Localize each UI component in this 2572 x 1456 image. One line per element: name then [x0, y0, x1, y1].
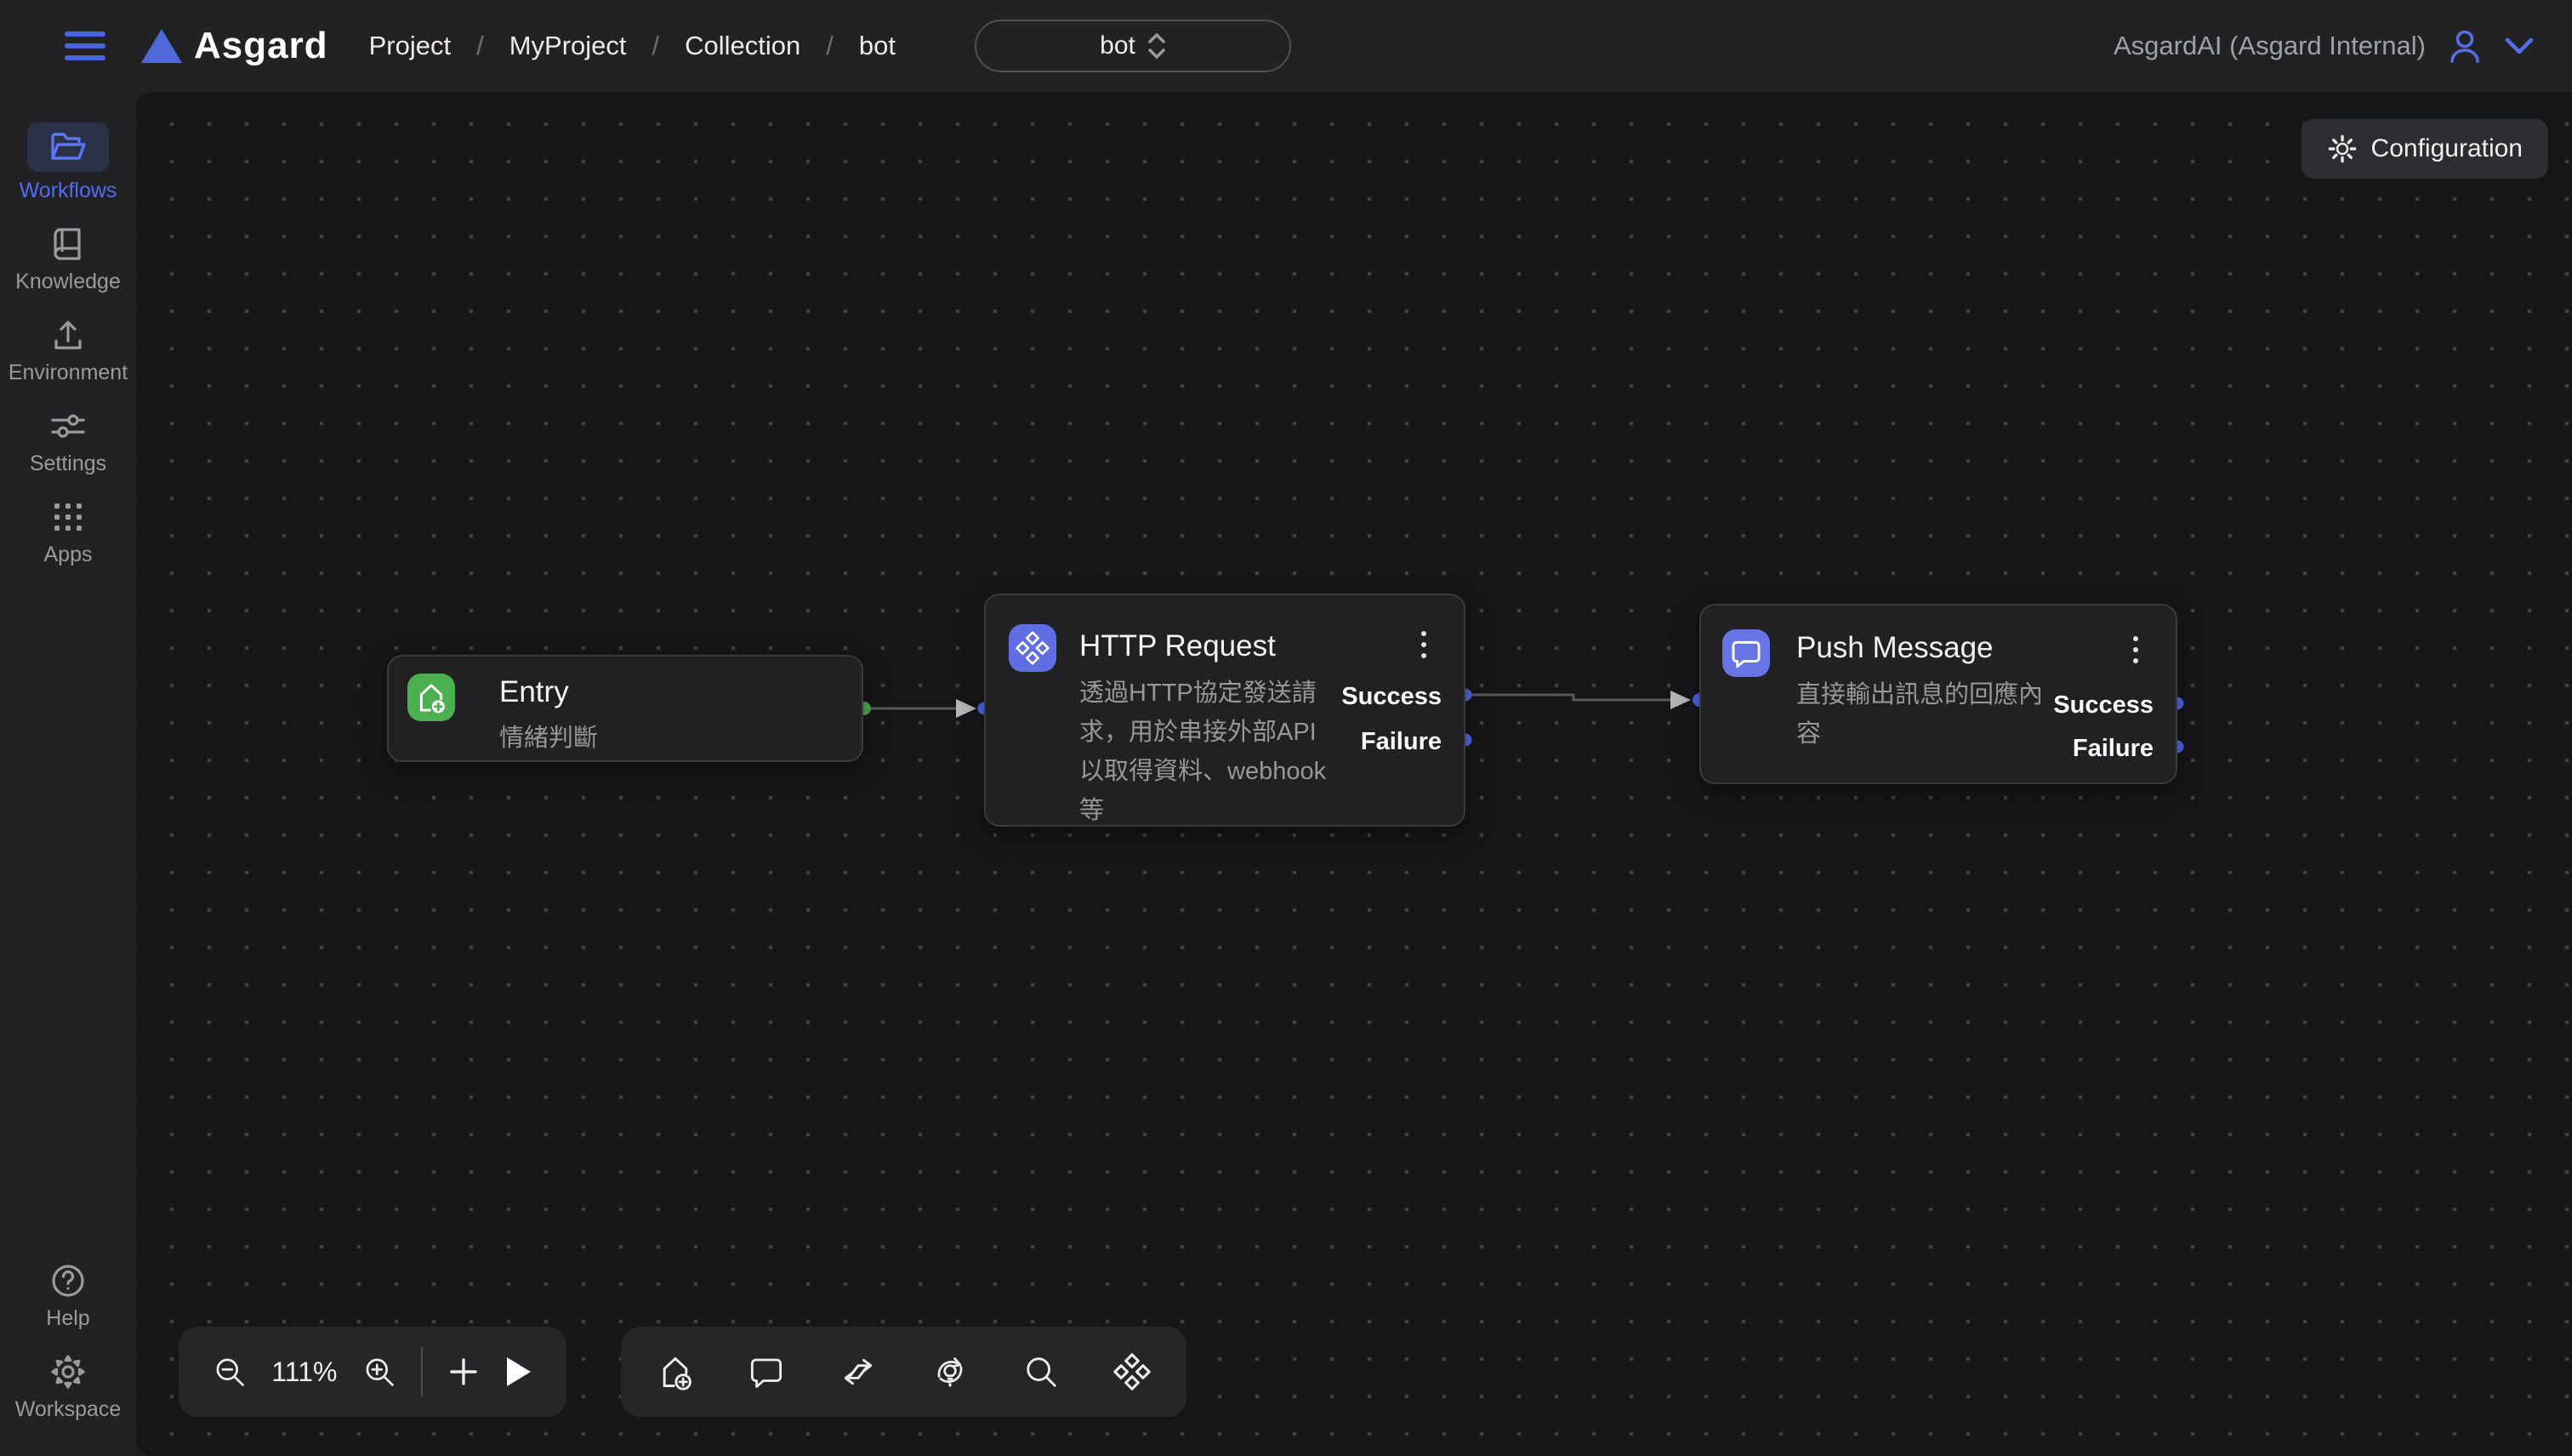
user-icon[interactable]	[2446, 27, 2484, 65]
house-plus-icon	[657, 1353, 694, 1391]
kebab-menu-icon[interactable]	[1418, 628, 1430, 662]
node-description: 透過HTTP協定發送請求，用於串接外部API以取得資料、webhook等	[1079, 674, 1334, 830]
sidebar-item-label: Knowledge	[15, 270, 121, 294]
search-button[interactable]	[1023, 1354, 1059, 1390]
configuration-button[interactable]: Configuration	[2302, 119, 2548, 179]
add-node-button[interactable]	[448, 1356, 479, 1387]
node-push-message[interactable]: Push Message 直接輸出訊息的回應內容 Success Failure	[1699, 604, 2177, 784]
sidebar-item-workspace[interactable]: Workspace	[15, 1353, 122, 1422]
hamburger-menu-icon[interactable]	[65, 31, 105, 60]
zoom-out-button[interactable]	[213, 1355, 247, 1389]
port-label-success: Success	[1341, 683, 1442, 711]
node-subtitle: 情緒判斷	[499, 718, 598, 754]
sidebar-item-label: Environment	[9, 361, 128, 385]
add-switch-node-button[interactable]	[839, 1353, 878, 1391]
sidebar-item-label: Help	[46, 1306, 89, 1331]
zoom-level[interactable]: 111%	[271, 1356, 337, 1388]
apps-grid-icon	[53, 502, 83, 532]
asgard-logo-icon	[141, 29, 182, 63]
add-http-node-button[interactable]	[1113, 1353, 1151, 1391]
breadcrumb: Project / MyProject / Collection / bot	[369, 31, 896, 61]
unfold-caret-icon	[1147, 31, 1166, 60]
breadcrumb-project[interactable]: Project	[369, 31, 451, 61]
edge-arrowhead	[1670, 691, 1691, 709]
help-circle-icon	[50, 1263, 86, 1299]
zoom-toolbar: 111%	[179, 1327, 566, 1417]
sidebar-item-help[interactable]: Help	[46, 1262, 89, 1331]
run-button[interactable]	[504, 1356, 532, 1388]
edge-arrowhead	[956, 699, 976, 718]
breadcrumb-myproject[interactable]: MyProject	[509, 31, 627, 61]
sidebar-item-label: Settings	[30, 452, 106, 476]
folder-icon	[49, 132, 87, 162]
search-icon	[1023, 1354, 1059, 1390]
node-title: HTTP Request	[1079, 629, 1276, 663]
port-label-failure: Failure	[1361, 728, 1442, 756]
top-bar: Asgard Project / MyProject / Collection …	[0, 0, 2572, 92]
kebab-menu-icon[interactable]	[2130, 633, 2142, 667]
sidebar-item-settings[interactable]: Settings	[30, 407, 106, 476]
sidebar: Workflows Knowledge Environment Settings	[0, 92, 136, 1456]
breadcrumb-bot[interactable]: bot	[859, 31, 896, 61]
house-plus-icon	[407, 674, 455, 721]
bulb-refresh-icon	[931, 1353, 969, 1391]
upload-icon	[51, 318, 85, 352]
breadcrumb-collection[interactable]: Collection	[685, 31, 800, 61]
add-entry-node-button[interactable]	[657, 1353, 694, 1391]
workflow-select-value: bot	[1100, 31, 1135, 60]
chat-bubble-icon	[1722, 629, 1770, 677]
four-diamonds-icon	[1113, 1353, 1151, 1391]
add-message-node-button[interactable]	[748, 1354, 784, 1390]
sidebar-item-environment[interactable]: Environment	[9, 316, 128, 385]
configuration-label: Configuration	[2371, 134, 2523, 163]
node-http-request[interactable]: HTTP Request 透過HTTP協定發送請求，用於串接外部API以取得資料…	[984, 594, 1465, 827]
sidebar-item-knowledge[interactable]: Knowledge	[15, 225, 121, 294]
sidebar-item-label: Apps	[44, 543, 93, 567]
node-title: Entry	[499, 675, 569, 709]
add-intent-node-button[interactable]	[931, 1353, 969, 1391]
gear-icon	[50, 1354, 86, 1390]
workflow-select[interactable]: bot	[975, 20, 1291, 72]
chevron-down-icon[interactable]	[2504, 37, 2535, 55]
node-entry[interactable]: Entry 情緒判斷	[387, 655, 863, 762]
node-title: Push Message	[1796, 631, 1994, 665]
sidebar-item-apps[interactable]: Apps	[44, 498, 93, 567]
workflow-canvas[interactable]: Configuration Entry 情緒判斷	[136, 92, 2572, 1456]
sidebar-item-label: Workflows	[20, 179, 117, 203]
book-icon	[52, 227, 84, 261]
sliders-icon	[50, 411, 86, 441]
node-description: 直接輸出訊息的回應內容	[1796, 675, 2060, 754]
account-label: AsgardAI (Asgard Internal)	[2114, 31, 2426, 61]
node-palette-toolbar	[621, 1327, 1186, 1417]
toolbar-divider	[421, 1347, 423, 1396]
port-label-failure: Failure	[2073, 735, 2154, 763]
port-label-success: Success	[2053, 691, 2154, 719]
chat-bubble-icon	[748, 1354, 784, 1390]
zoom-in-button[interactable]	[362, 1355, 396, 1389]
sidebar-item-workflows[interactable]: Workflows	[20, 122, 117, 203]
sidebar-item-label: Workspace	[15, 1397, 122, 1422]
four-diamonds-icon	[1009, 624, 1056, 672]
swap-arrows-icon	[839, 1353, 878, 1391]
edge-http-success-to-push[interactable]	[1465, 695, 1670, 700]
gear-icon	[2327, 134, 2358, 164]
brand-title: Asgard	[194, 25, 328, 67]
